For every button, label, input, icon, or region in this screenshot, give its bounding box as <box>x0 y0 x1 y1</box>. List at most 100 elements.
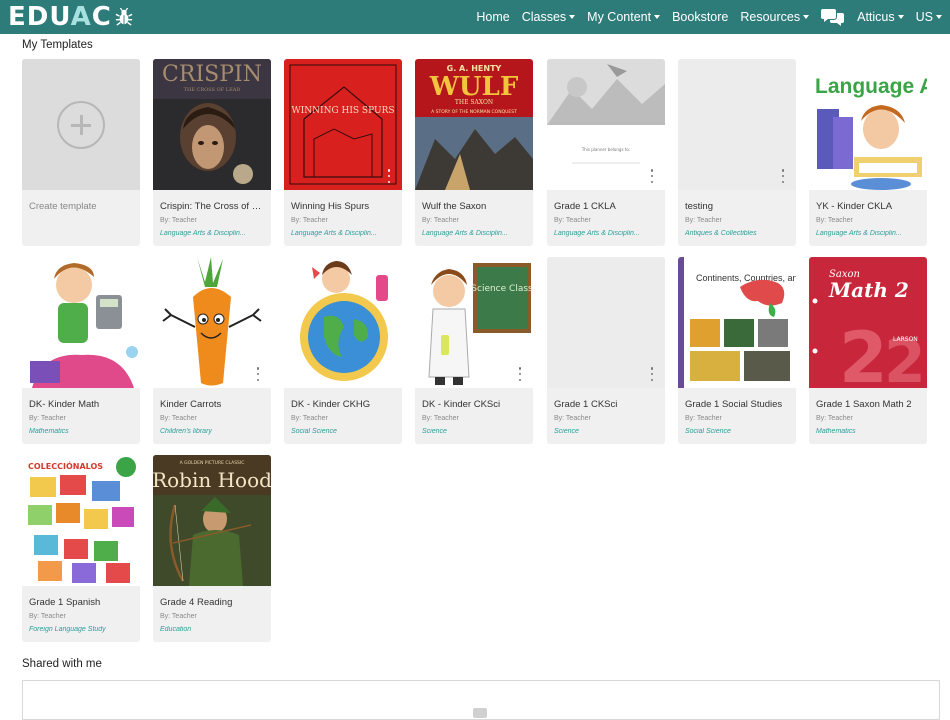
template-author: By: Teacher <box>160 613 197 620</box>
template-category[interactable]: Mathematics <box>816 428 922 435</box>
template-title: DK- Kinder Math <box>29 399 100 410</box>
template-category[interactable]: Science <box>554 428 660 435</box>
locale-menu[interactable]: US <box>916 10 942 24</box>
chat-bubbles-icon[interactable] <box>821 7 845 27</box>
more-vertical-icon[interactable] <box>517 367 523 381</box>
template-card[interactable]: WINNING HIS SPURS Winning His Spurs By: … <box>284 59 402 246</box>
more-vertical-icon[interactable] <box>255 367 261 381</box>
template-card[interactable]: G. A. HENTY WULF THE SAXON A STORY OF TH… <box>415 59 533 246</box>
template-category[interactable]: Antiques & Collectibles <box>685 230 791 237</box>
nav-my-content[interactable]: My Content <box>587 10 661 24</box>
template-card[interactable]: Grade 1 CKSci By: Teacher Science <box>547 257 665 444</box>
template-card[interactable]: Science Class DK - Kinder CKSci By: Teac… <box>415 257 533 444</box>
create-template-card[interactable]: Create template <box>22 59 140 246</box>
template-category[interactable]: Social Science <box>291 428 397 435</box>
nav-resources[interactable]: Resources <box>740 10 810 24</box>
cover-tagline: A STORY OF THE NORMAN CONQUEST <box>431 109 517 115</box>
nav-classes[interactable]: Classes <box>522 10 576 24</box>
user-menu[interactable]: Atticus <box>857 10 904 24</box>
template-category[interactable]: Education <box>160 626 266 633</box>
template-category[interactable]: Children's library <box>160 428 266 435</box>
cover-title: Science Class <box>471 284 533 294</box>
template-title: Wulf the Saxon <box>422 201 487 212</box>
template-card[interactable]: A GOLDEN PICTURE CLASSIC Robin Hood Grad… <box>153 455 271 642</box>
plus-icon <box>57 101 105 149</box>
cover-image: COLECCIÓNALOS <box>22 455 140 586</box>
cover-image <box>153 257 271 388</box>
template-category[interactable]: Science <box>422 428 528 435</box>
caret-down-icon <box>569 15 576 19</box>
shared-templates-panel <box>22 680 940 720</box>
caret-down-icon <box>654 15 661 19</box>
template-category[interactable]: Social Science <box>685 428 791 435</box>
cover-title: Math 2 <box>828 278 909 302</box>
caret-down-icon <box>803 15 810 19</box>
template-card[interactable]: COLECCIÓNALOS Grade 1 Spanish By: Teache… <box>22 455 140 642</box>
nav-my-content-label: My Content <box>587 10 652 24</box>
template-card[interactable]: Kinder Carrots By: Teacher Children's li… <box>153 257 271 444</box>
cover-image <box>22 257 140 388</box>
cover-title: Language Arts <box>815 75 927 98</box>
template-author: By: Teacher <box>816 217 853 224</box>
cover-subtitle: THE SAXON <box>455 99 493 106</box>
template-category[interactable]: Foreign Language Study <box>29 626 135 633</box>
logo[interactable]: EDUAC <box>8 0 133 34</box>
cover-image: CRISPIN THE CROSS OF LEAD <box>153 59 271 190</box>
template-title: testing <box>685 201 713 212</box>
template-author: By: Teacher <box>554 217 591 224</box>
template-title: Grade 4 Reading <box>160 597 233 608</box>
svg-text:2: 2 <box>839 317 888 388</box>
template-title: Kinder Carrots <box>160 399 222 410</box>
caret-down-icon <box>897 15 904 19</box>
cover-title: Robin Hood <box>153 468 271 492</box>
nav-home-label: Home <box>476 10 510 24</box>
my-templates-heading: My Templates <box>22 39 93 51</box>
template-author: By: Teacher <box>685 217 722 224</box>
template-category[interactable]: Language Arts & Disciplin... <box>422 230 528 237</box>
cover-image <box>547 257 665 388</box>
cover-title: WINNING HIS SPURS <box>291 106 394 116</box>
shared-with-me-heading: Shared with me <box>22 658 102 670</box>
template-title: Crispin: The Cross of Le... <box>160 201 266 212</box>
more-vertical-icon[interactable] <box>386 169 392 183</box>
template-card[interactable]: Continents, Countries, and Maps Grade 1 … <box>678 257 796 444</box>
template-category[interactable]: Language Arts & Disciplin... <box>291 230 397 237</box>
template-card[interactable]: Language Arts YK - Kinder CKLA By: Teach… <box>809 59 927 246</box>
template-title: Grade 1 Social Studies <box>685 399 783 410</box>
more-vertical-icon[interactable] <box>649 169 655 183</box>
template-author: By: Teacher <box>685 415 722 422</box>
template-author: By: Teacher <box>422 415 459 422</box>
template-category[interactable]: Language Arts & Disciplin... <box>554 230 660 237</box>
cover-title: Continents, Countries, and Maps <box>696 273 796 283</box>
cover-title: WULF <box>429 72 519 102</box>
more-vertical-icon[interactable] <box>649 367 655 381</box>
nav-home[interactable]: Home <box>476 10 509 24</box>
bug-icon <box>115 8 133 26</box>
top-navbar: EDUAC Home Classes My Content Bookstore … <box>0 0 950 34</box>
template-author: By: Teacher <box>554 415 591 422</box>
template-author: By: Teacher <box>29 613 66 620</box>
template-category[interactable]: Language Arts & Disciplin... <box>816 230 922 237</box>
template-category[interactable]: Mathematics <box>29 428 135 435</box>
cover-author: LARSON <box>893 336 918 343</box>
nav-bookstore[interactable]: Bookstore <box>672 10 728 24</box>
cover-image: WINNING HIS SPURS <box>284 59 402 190</box>
cover-image: G. A. HENTY WULF THE SAXON A STORY OF TH… <box>415 59 533 190</box>
template-card[interactable]: testing By: Teacher Antiques & Collectib… <box>678 59 796 246</box>
template-card[interactable]: Saxon Math 2 2 2 LARSON Grade 1 Saxon Ma… <box>809 257 927 444</box>
logo-text: EDUAC <box>8 2 112 32</box>
more-vertical-icon[interactable] <box>780 169 786 183</box>
cover-image: This planner belongs to: <box>547 59 665 190</box>
template-card[interactable]: DK - Kinder CKHG By: Teacher Social Scie… <box>284 257 402 444</box>
template-author: By: Teacher <box>160 415 197 422</box>
template-card[interactable]: This planner belongs to: Grade 1 CKLA By… <box>547 59 665 246</box>
template-title: Grade 1 Spanish <box>29 597 101 608</box>
template-card[interactable]: CRISPIN THE CROSS OF LEAD Crispin: The C… <box>153 59 271 246</box>
template-category[interactable]: Language Arts & Disciplin... <box>160 230 266 237</box>
template-author: By: Teacher <box>291 217 328 224</box>
cover-note: This planner belongs to: <box>581 147 630 152</box>
template-title: DK - Kinder CKHG <box>291 399 371 410</box>
cover-title: COLECCIÓNALOS <box>28 460 103 471</box>
template-card[interactable]: DK- Kinder Math By: Teacher Mathematics <box>22 257 140 444</box>
caret-down-icon <box>936 15 942 19</box>
